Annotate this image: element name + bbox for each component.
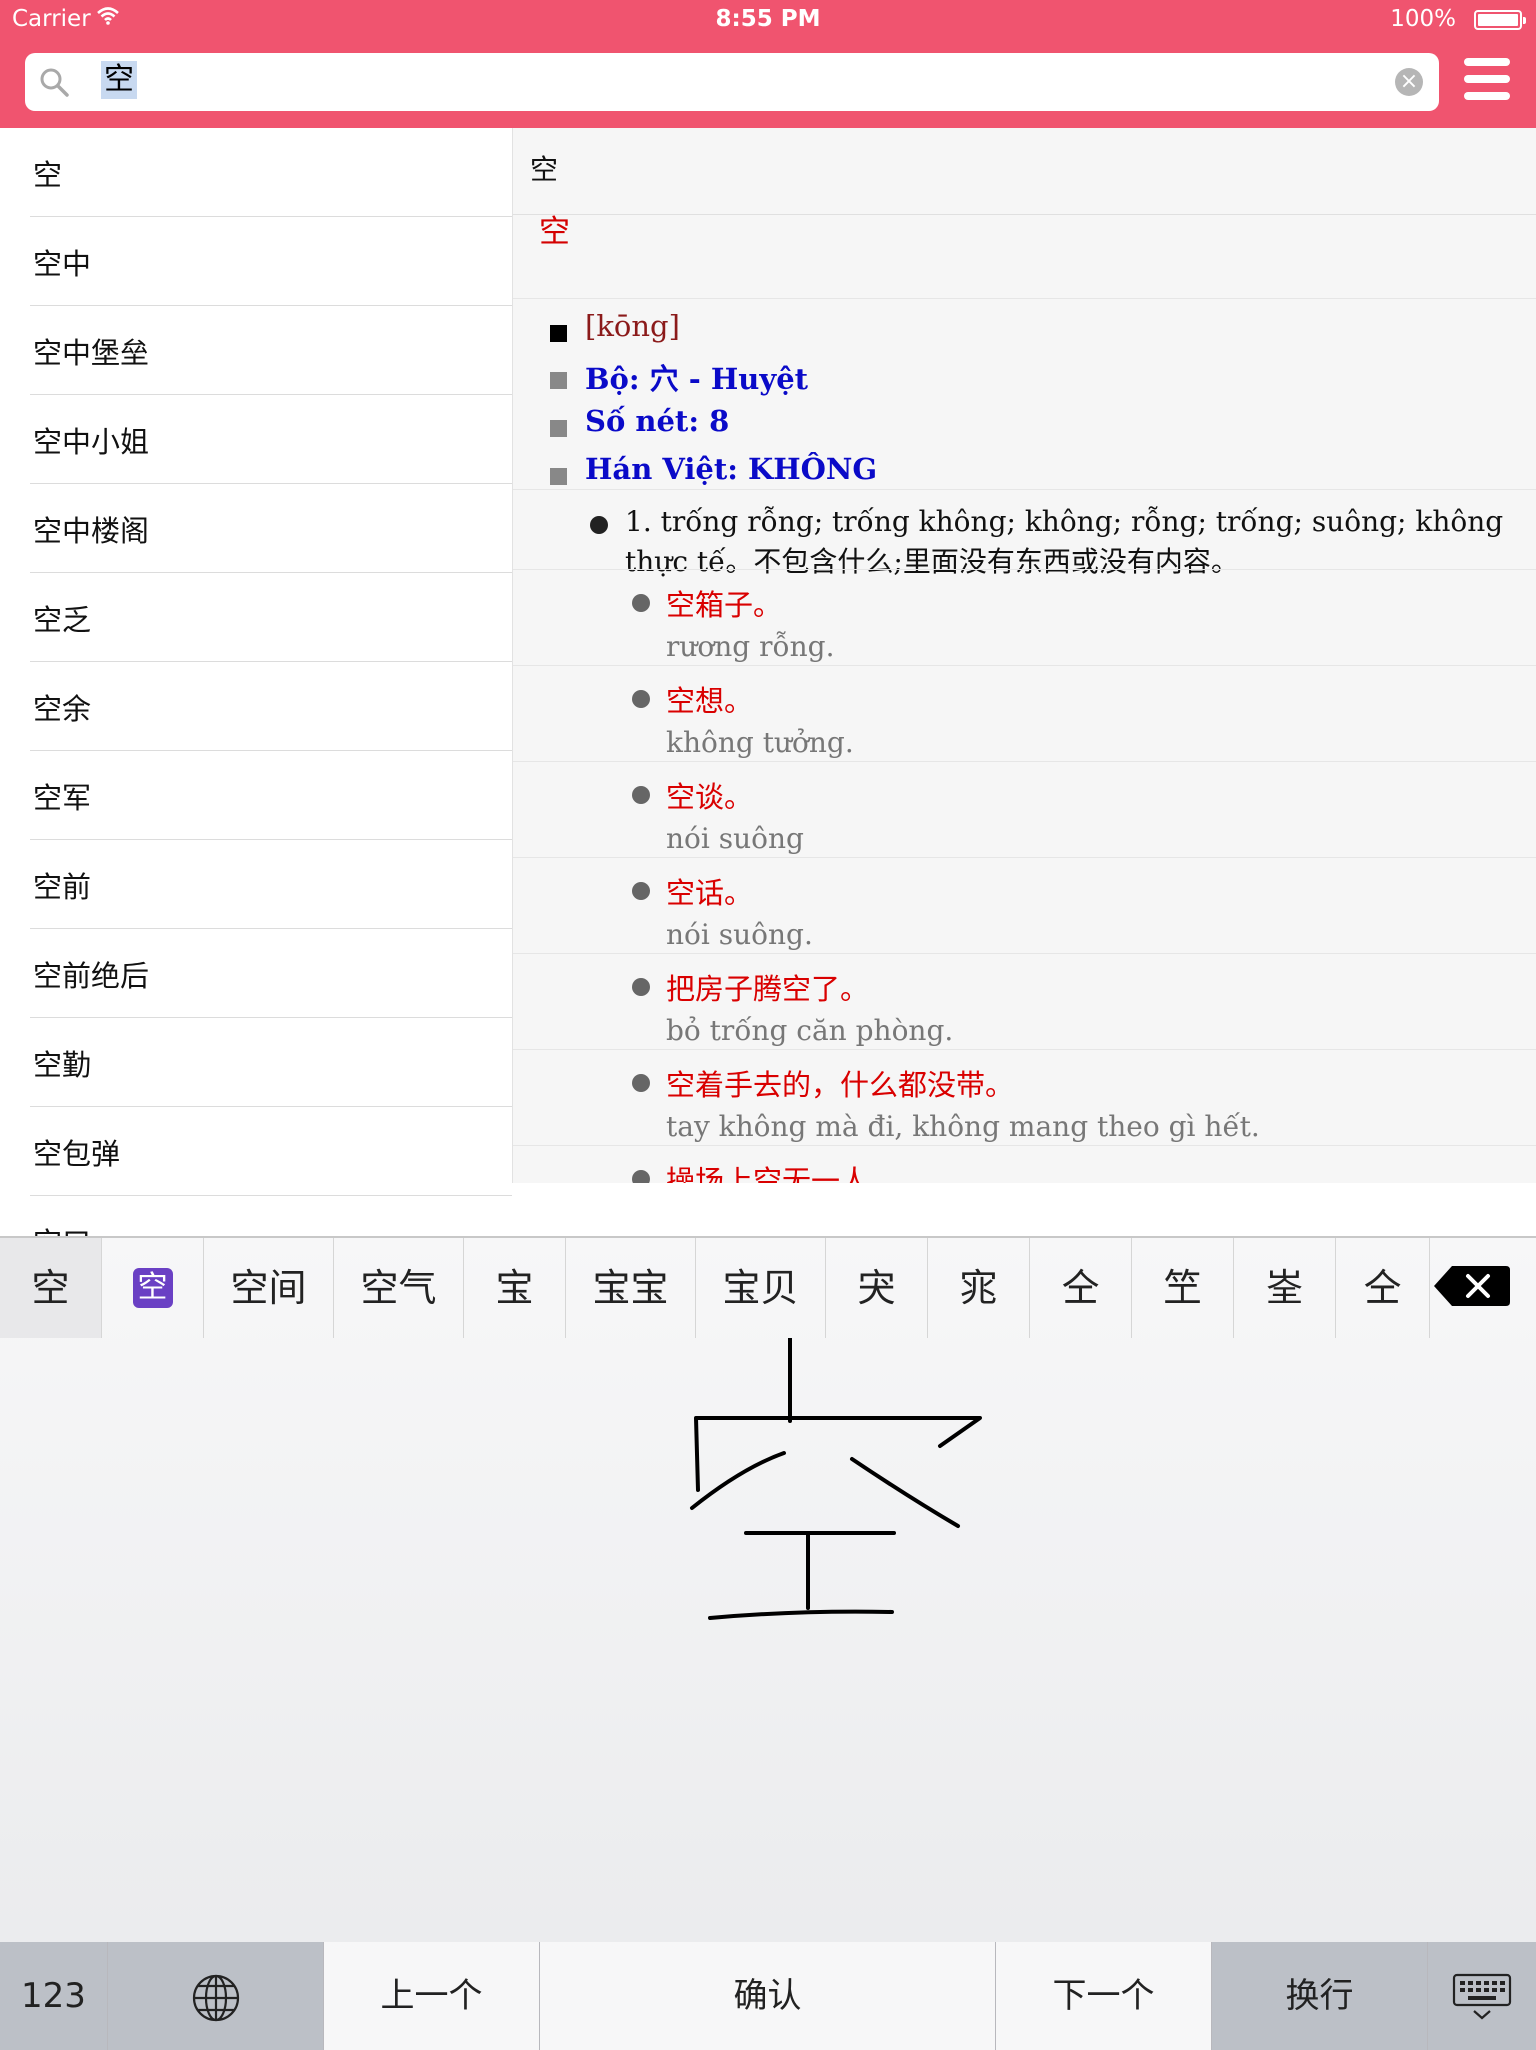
list-item[interactable]: 空前绝后 (30, 929, 512, 1018)
candidate-emoji: 空 (132, 1268, 173, 1308)
candidate-key[interactable]: 空 (0, 1238, 102, 1338)
radical: Bộ: 穴 - Huyệt (585, 362, 809, 396)
round-bullet-icon (632, 690, 650, 708)
example-item: 空箱子。 rương rỗng. (513, 569, 1536, 666)
list-item[interactable]: 空中 (30, 217, 512, 306)
example-translation: bỏ trống căn phòng. (666, 1014, 954, 1047)
example-chinese: 空着手去的，什么都没带。 (666, 1068, 1015, 1102)
round-bullet-icon (632, 978, 650, 996)
candidate-key[interactable]: 仝 (1030, 1238, 1132, 1338)
strokes-row: Số nét: 8 (513, 394, 1536, 444)
example-chinese: 空想。 (666, 684, 754, 718)
list-item[interactable]: 空中堡垒 (30, 306, 512, 395)
round-bullet-icon (632, 786, 650, 804)
example-translation: tay không mà đi, không mang theo gì hết. (666, 1110, 1260, 1143)
example-item: 操场上空无一人。 (513, 1145, 1536, 1183)
candidate-key[interactable]: 宨 (928, 1238, 1030, 1338)
candidate-key[interactable]: 空间 (204, 1238, 334, 1338)
confirm-key[interactable]: 确认 (540, 1942, 996, 2050)
clear-search-icon[interactable]: × (1395, 68, 1423, 96)
example-item: 空想。 không tưởng. (513, 665, 1536, 762)
example-chinese: 空话。 (666, 876, 754, 910)
dismiss-keyboard-key[interactable] (1428, 1942, 1536, 2050)
search-field[interactable]: 空 × (25, 53, 1439, 111)
search-query-text[interactable]: 空 (101, 61, 137, 99)
example-chinese: 把房子腾空了。 (666, 972, 870, 1006)
previous-key[interactable]: 上一个 (324, 1942, 540, 2050)
detail-headword: 空 (530, 153, 559, 186)
square-bullet-icon (550, 325, 567, 342)
candidate-key[interactable]: 宊 (826, 1238, 928, 1338)
example-translation: nói suông. (666, 918, 813, 951)
round-bullet-icon (632, 594, 650, 612)
word-list: 空 空中 空中堡垒 空中小姐 空中楼阁 空乏 空余 空军 空前 空前绝后 空勤 … (0, 128, 512, 1236)
next-key[interactable]: 下一个 (996, 1942, 1212, 2050)
list-item[interactable]: 空乏 (30, 573, 512, 662)
example-item: 空谈。 nói suông (513, 761, 1536, 858)
list-item[interactable]: 空中楼阁 (30, 484, 512, 573)
example-chinese: 操场上空无一人。 (666, 1164, 899, 1183)
han-viet-reading: Hán Việt: KHÔNG (585, 452, 878, 486)
status-bar: Carrier 8:55 PM 100% (0, 0, 1536, 40)
example-translation: rương rỗng. (666, 630, 835, 663)
list-item[interactable]: 空前 (30, 840, 512, 929)
round-bullet-icon (632, 1074, 650, 1092)
list-item[interactable]: 空包弹 (30, 1107, 512, 1196)
han-viet-row: Hán Việt: KHÔNG (513, 442, 1536, 492)
square-bullet-icon (550, 420, 567, 437)
handwriting-keyboard: 空 空 空间 空气 宝 宝宝 宝贝 宊 宨 仝 笁 峑 仝 123 上一个 确认… (0, 1236, 1536, 2050)
app-header: Carrier 8:55 PM 100% 空 × (0, 0, 1536, 128)
definition-pane: 空 空 [kōng] Bộ: 穴 - Huyệt Số nét: 8 Hán V… (512, 128, 1536, 1183)
battery-percent: 100% (1390, 6, 1456, 32)
candidate-key[interactable]: 笁 (1132, 1238, 1234, 1338)
menu-icon[interactable] (1464, 58, 1510, 104)
backspace-icon[interactable] (1430, 1262, 1514, 1310)
radical-row: Bộ: 穴 - Huyệt (513, 346, 1536, 396)
stroke-count: Số nét: 8 (585, 404, 730, 438)
example-chinese: 空谈。 (666, 780, 754, 814)
candidate-key[interactable]: 空气 (334, 1238, 464, 1338)
example-item: 把房子腾空了。 bỏ trống căn phòng. (513, 953, 1536, 1050)
divider (513, 214, 1536, 215)
square-bullet-icon (550, 468, 567, 485)
globe-key[interactable] (108, 1942, 324, 2050)
keyboard-bottom-row: 123 上一个 确认 下一个 换行 (0, 1942, 1536, 2050)
round-bullet-icon (632, 882, 650, 900)
candidate-key[interactable]: 宝贝 (696, 1238, 826, 1338)
candidate-key[interactable]: 宝 (464, 1238, 566, 1338)
detail-character: 空 (539, 214, 570, 250)
list-item[interactable]: 空勤 (30, 1018, 512, 1107)
list-item[interactable]: 空中小姐 (30, 395, 512, 484)
list-item[interactable]: 空军 (30, 751, 512, 840)
round-bullet-icon (590, 516, 608, 534)
list-item[interactable]: 空口 (30, 1196, 512, 1236)
list-item[interactable]: 空余 (30, 662, 512, 751)
example-translation: nói suông (666, 822, 804, 855)
globe-icon (192, 1974, 239, 2021)
example-translation: không tưởng. (666, 726, 854, 759)
pinyin: [kōng] (585, 309, 680, 343)
candidate-bar: 空 空 空间 空气 宝 宝宝 宝贝 宊 宨 仝 笁 峑 仝 (0, 1238, 1536, 1338)
list-item[interactable]: 空 (30, 128, 512, 217)
candidate-key[interactable]: 宝宝 (566, 1238, 696, 1338)
round-bullet-icon (632, 1170, 650, 1183)
clock: 8:55 PM (715, 6, 821, 32)
square-bullet-icon (550, 372, 567, 389)
return-key[interactable]: 换行 (1212, 1942, 1428, 2050)
candidate-key[interactable]: 空 (102, 1238, 204, 1338)
example-item: 空着手去的，什么都没带。 tay không mà đi, không mang… (513, 1049, 1536, 1146)
handwriting-canvas[interactable] (0, 1336, 1536, 1938)
example-chinese: 空箱子。 (666, 588, 783, 622)
numbers-key[interactable]: 123 (0, 1942, 108, 2050)
battery-icon (1474, 10, 1526, 30)
example-item: 空话。 nói suông. (513, 857, 1536, 954)
candidate-key[interactable]: 峑 (1234, 1238, 1336, 1338)
candidate-key[interactable]: 仝 (1336, 1238, 1430, 1338)
search-icon (37, 65, 71, 99)
keyboard-dismiss-icon (1452, 1973, 1512, 2019)
